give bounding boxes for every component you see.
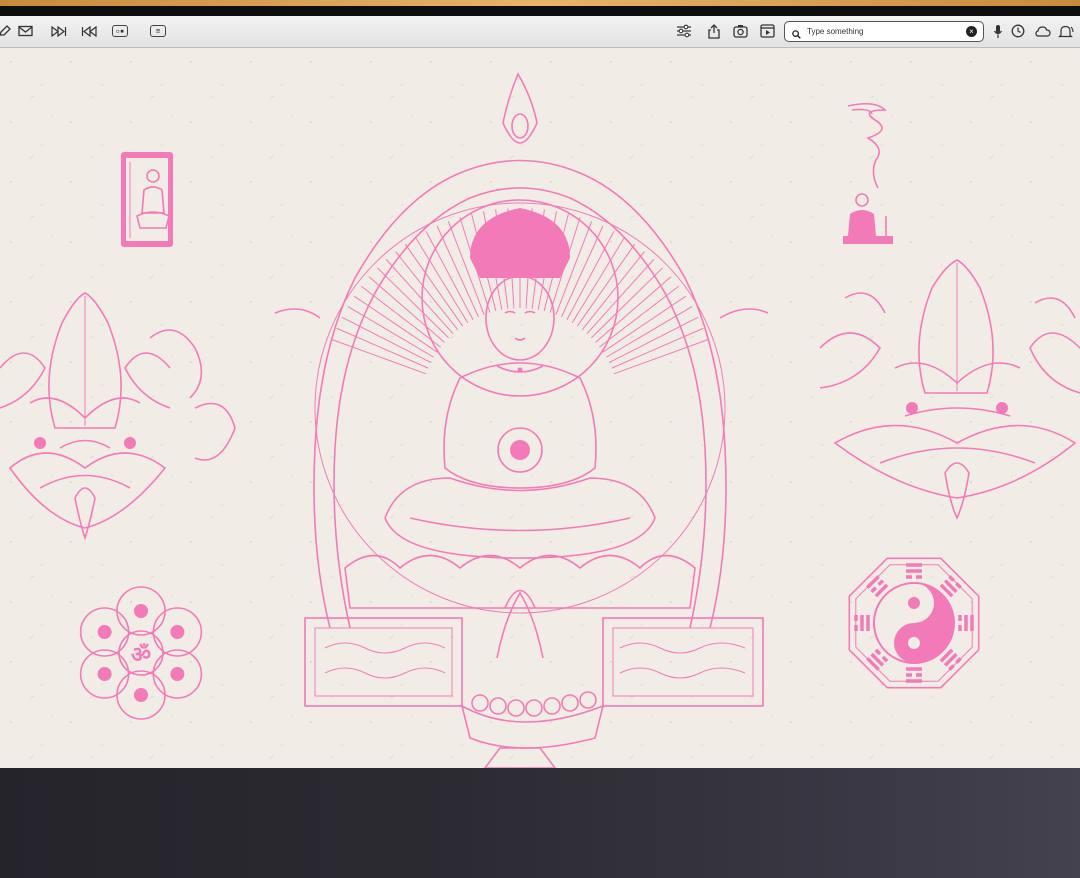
cloud-icon[interactable] — [1032, 22, 1054, 40]
search-box[interactable]: × — [784, 21, 984, 42]
mantra-center-glyph: ॐ — [131, 643, 151, 668]
mantra-petal-glyph — [97, 625, 112, 639]
dock-area — [0, 768, 1080, 878]
mantra-petal-glyph — [170, 625, 185, 639]
mantra-petal-glyph — [170, 667, 185, 681]
artwork-canvas: ॐ — [0, 48, 1080, 768]
app-window-frame: ▫▪ ≡ × — [0, 6, 1080, 768]
app-screen: ▫▪ ≡ × — [0, 16, 1080, 768]
fast-forward-icon[interactable] — [48, 22, 70, 40]
mantra-petal-glyph — [134, 688, 148, 702]
subtitles-icon[interactable]: ≡ — [147, 22, 169, 40]
picture-in-picture-icon[interactable]: ▫▪ — [109, 22, 131, 40]
clear-search-icon[interactable]: × — [966, 26, 977, 37]
search-input[interactable] — [807, 24, 957, 39]
toolbar: ▫▪ ≡ × — [0, 16, 1080, 48]
mantra-petal-glyph — [134, 604, 148, 618]
yin-yang-icon — [873, 582, 955, 664]
search-icon — [792, 26, 801, 44]
subtitles-glyph: ≡ — [150, 25, 166, 37]
share-icon[interactable] — [703, 22, 725, 40]
microphone-icon[interactable] — [987, 22, 1009, 40]
sliders-icon[interactable] — [673, 22, 695, 40]
rewind-icon[interactable] — [78, 22, 100, 40]
camera-icon[interactable] — [729, 22, 751, 40]
seated-buddha-stamp — [121, 152, 173, 247]
media-icon[interactable] — [756, 22, 778, 40]
mail-icon[interactable] — [14, 22, 36, 40]
clock-icon[interactable] — [1007, 22, 1029, 40]
mantra-petal-glyph — [97, 667, 112, 681]
picture-in-picture-glyph: ▫▪ — [112, 25, 128, 37]
notifications-icon[interactable] — [1055, 22, 1077, 40]
